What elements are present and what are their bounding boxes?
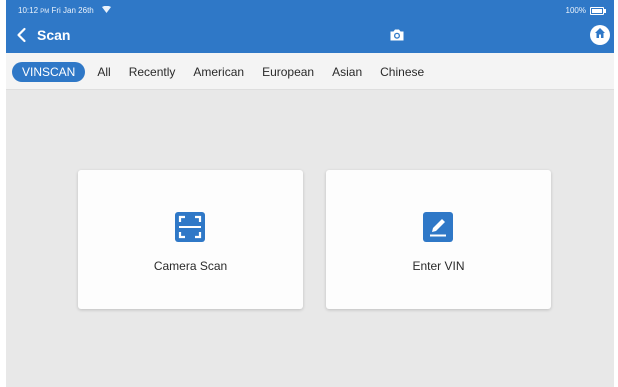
- page-title: Scan: [37, 27, 71, 43]
- tab-chinese[interactable]: Chinese: [371, 62, 433, 82]
- enter-vin-card[interactable]: Enter VIN: [326, 170, 551, 309]
- camera-scan-label: Camera Scan: [153, 259, 228, 273]
- enter-vin-label: Enter VIN: [412, 259, 465, 273]
- camera-scan-card[interactable]: Camera Scan: [78, 170, 303, 309]
- home-button[interactable]: [590, 25, 610, 45]
- back-button[interactable]: Scan: [14, 24, 70, 46]
- tab-recently[interactable]: Recently: [120, 62, 185, 82]
- edit-pencil-icon: [423, 212, 453, 242]
- tab-vinscan[interactable]: VINSCAN: [12, 62, 86, 82]
- status-bar-left: 10:12 PM Fri Jan 26th: [18, 5, 111, 15]
- tab-all[interactable]: All: [88, 62, 119, 82]
- tab-list: VINSCAN All Recently American European A…: [12, 62, 433, 82]
- battery-level: 100%: [565, 6, 586, 15]
- app-header: 10:12 PM Fri Jan 26th 100% Scan: [6, 0, 614, 53]
- back-arrow-icon: [14, 27, 30, 43]
- wifi-icon: [101, 5, 111, 15]
- tab-european[interactable]: European: [253, 62, 323, 82]
- home-icon: [594, 26, 606, 44]
- scan-frame-icon: [175, 212, 205, 242]
- battery-icon: [590, 6, 606, 15]
- status-ampm: PM: [40, 9, 50, 15]
- status-bar-right: 100%: [565, 6, 606, 15]
- app-screen: 10:12 PM Fri Jan 26th 100% Scan VINSCAN …: [6, 0, 614, 387]
- brand-tab-bar: VINSCAN All Recently American European A…: [6, 53, 614, 90]
- status-date: Fri Jan 26th: [51, 6, 94, 15]
- camera-button[interactable]: [389, 27, 405, 43]
- tab-american[interactable]: American: [184, 62, 253, 82]
- status-time: 10:12: [18, 6, 39, 15]
- tab-asian[interactable]: Asian: [323, 62, 371, 82]
- camera-icon: [389, 29, 405, 47]
